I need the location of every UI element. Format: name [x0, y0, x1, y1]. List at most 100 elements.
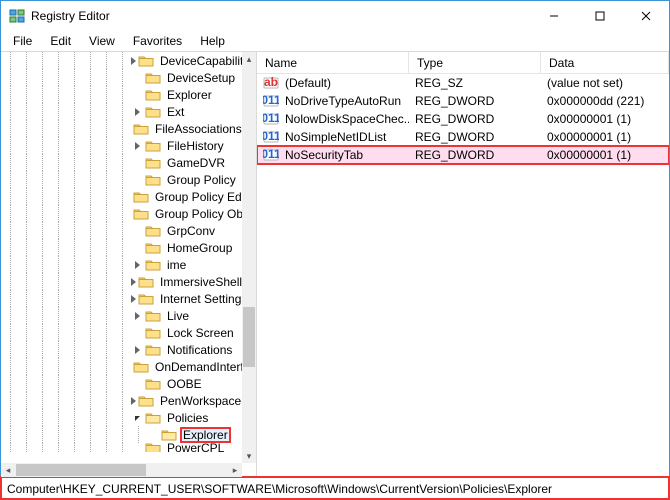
- col-name[interactable]: Name: [257, 52, 409, 73]
- value-type: REG_DWORD: [409, 130, 541, 144]
- expand-icon[interactable]: [131, 140, 143, 152]
- menu-edit[interactable]: Edit: [42, 32, 79, 50]
- tree-label: HomeGroup: [165, 241, 234, 255]
- folder-icon: [145, 105, 161, 119]
- value-data: (value not set): [541, 76, 669, 90]
- tree-label: OnDemandInterfac: [153, 360, 242, 374]
- value-type: REG_DWORD: [409, 94, 541, 108]
- tree-item[interactable]: GrpConv: [1, 222, 242, 239]
- tree-item[interactable]: ime: [1, 256, 242, 273]
- tree-vscroll-thumb[interactable]: [243, 307, 255, 367]
- titlebar: Registry Editor: [1, 1, 669, 31]
- expand-spacer: [131, 157, 143, 169]
- expand-spacer: [131, 72, 143, 84]
- expand-icon[interactable]: [131, 259, 143, 271]
- menu-favorites[interactable]: Favorites: [125, 32, 190, 50]
- tree-item[interactable]: FileAssociations: [1, 120, 242, 137]
- close-button[interactable]: [623, 1, 669, 31]
- tree-label: Internet Settings: [158, 292, 242, 306]
- tree-item[interactable]: Internet Settings: [1, 290, 242, 307]
- value-row[interactable]: 011NolowDiskSpaceChec...REG_DWORD0x00000…: [257, 110, 669, 128]
- tree-item[interactable]: Ext: [1, 103, 242, 120]
- value-row[interactable]: ab(Default)REG_SZ(value not set): [257, 74, 669, 92]
- tree-item[interactable]: OnDemandInterfac: [1, 358, 242, 375]
- scroll-up-icon[interactable]: ▴: [242, 52, 256, 66]
- expand-icon[interactable]: [131, 344, 143, 356]
- values-pane: Name Type Data ab(Default)REG_SZ(value n…: [257, 52, 669, 477]
- values-list[interactable]: ab(Default)REG_SZ(value not set)011NoDri…: [257, 74, 669, 477]
- folder-icon: [145, 377, 161, 391]
- string-value-icon: ab: [263, 75, 279, 91]
- tree-label: Lock Screen: [165, 326, 236, 340]
- expand-icon[interactable]: [131, 395, 136, 407]
- tree-item[interactable]: Explorer: [1, 426, 242, 443]
- status-bar-path: Computer\HKEY_CURRENT_USER\SOFTWARE\Micr…: [1, 477, 669, 499]
- folder-icon: [145, 258, 161, 272]
- tree-item[interactable]: Group Policy Obje: [1, 205, 242, 222]
- value-data: 0x000000dd (221): [541, 94, 669, 108]
- minimize-button[interactable]: [531, 1, 577, 31]
- value-row[interactable]: 011NoSecurityTabREG_DWORD0x00000001 (1): [257, 146, 669, 164]
- expand-spacer: [131, 378, 143, 390]
- expand-icon[interactable]: [131, 310, 143, 322]
- tree-item[interactable]: DeviceCapabilitie: [1, 52, 242, 69]
- tree-label: FileAssociations: [153, 122, 242, 136]
- tree-item[interactable]: Explorer: [1, 86, 242, 103]
- value-data: 0x00000001 (1): [541, 148, 669, 162]
- tree-item[interactable]: Group Policy: [1, 171, 242, 188]
- maximize-button[interactable]: [577, 1, 623, 31]
- tree-label: OOBE: [165, 377, 204, 391]
- folder-icon: [133, 122, 149, 136]
- scroll-down-icon[interactable]: ▾: [242, 449, 256, 463]
- menu-view[interactable]: View: [81, 32, 123, 50]
- tree-label: DeviceSetup: [165, 71, 237, 85]
- tree-item[interactable]: DeviceSetup: [1, 69, 242, 86]
- expand-icon[interactable]: [131, 293, 136, 305]
- expand-icon[interactable]: [131, 276, 136, 288]
- tree-item[interactable]: Notifications: [1, 341, 242, 358]
- svg-text:011: 011: [263, 93, 279, 107]
- tree-pane: DeviceCapabilitie DeviceSetup Explorer E…: [1, 52, 257, 477]
- scroll-right-icon[interactable]: ▸: [228, 463, 242, 477]
- menu-file[interactable]: File: [5, 32, 40, 50]
- tree-item[interactable]: Policies: [1, 409, 242, 426]
- tree-item[interactable]: HomeGroup: [1, 239, 242, 256]
- tree-vscroll[interactable]: ▴ ▾: [242, 52, 256, 463]
- tree-label: GrpConv: [165, 224, 217, 238]
- tree-item[interactable]: OOBE: [1, 375, 242, 392]
- regedit-icon: [9, 8, 25, 24]
- expand-spacer: [131, 89, 143, 101]
- folder-icon: [138, 275, 154, 289]
- folder-icon: [138, 292, 154, 306]
- tree-item[interactable]: PenWorkspace: [1, 392, 242, 409]
- tree-item[interactable]: PowerCPL: [1, 443, 242, 452]
- scroll-left-icon[interactable]: ◂: [1, 463, 15, 477]
- folder-icon: [145, 88, 161, 102]
- folder-icon: [145, 156, 161, 170]
- menu-help[interactable]: Help: [192, 32, 233, 50]
- value-row[interactable]: 011NoDriveTypeAutoRunREG_DWORD0x000000dd…: [257, 92, 669, 110]
- tree-item[interactable]: GameDVR: [1, 154, 242, 171]
- registry-tree[interactable]: DeviceCapabilitie DeviceSetup Explorer E…: [1, 52, 242, 463]
- tree-item[interactable]: FileHistory: [1, 137, 242, 154]
- tree-item[interactable]: ImmersiveShell: [1, 273, 242, 290]
- folder-icon: [145, 173, 161, 187]
- tree-item[interactable]: Lock Screen: [1, 324, 242, 341]
- col-data[interactable]: Data: [541, 52, 669, 73]
- tree-item[interactable]: Live: [1, 307, 242, 324]
- tree-label: GameDVR: [165, 156, 227, 170]
- tree-hscroll-thumb[interactable]: [16, 464, 146, 476]
- tree-label: DeviceCapabilitie: [158, 54, 242, 68]
- value-row[interactable]: 011NoSimpleNetIDListREG_DWORD0x00000001 …: [257, 128, 669, 146]
- folder-icon: [161, 428, 177, 442]
- value-type: REG_DWORD: [409, 112, 541, 126]
- expand-icon[interactable]: [131, 412, 143, 424]
- col-type[interactable]: Type: [409, 52, 541, 73]
- tree-label: PowerCPL: [165, 443, 226, 452]
- registry-editor-window: Registry Editor File Edit View Favorites…: [0, 0, 670, 500]
- expand-icon[interactable]: [131, 55, 136, 67]
- tree-item[interactable]: Group Policy Edit: [1, 188, 242, 205]
- expand-icon[interactable]: [131, 106, 143, 118]
- expand-spacer: [131, 443, 143, 452]
- tree-hscroll[interactable]: ◂ ▸: [1, 463, 242, 477]
